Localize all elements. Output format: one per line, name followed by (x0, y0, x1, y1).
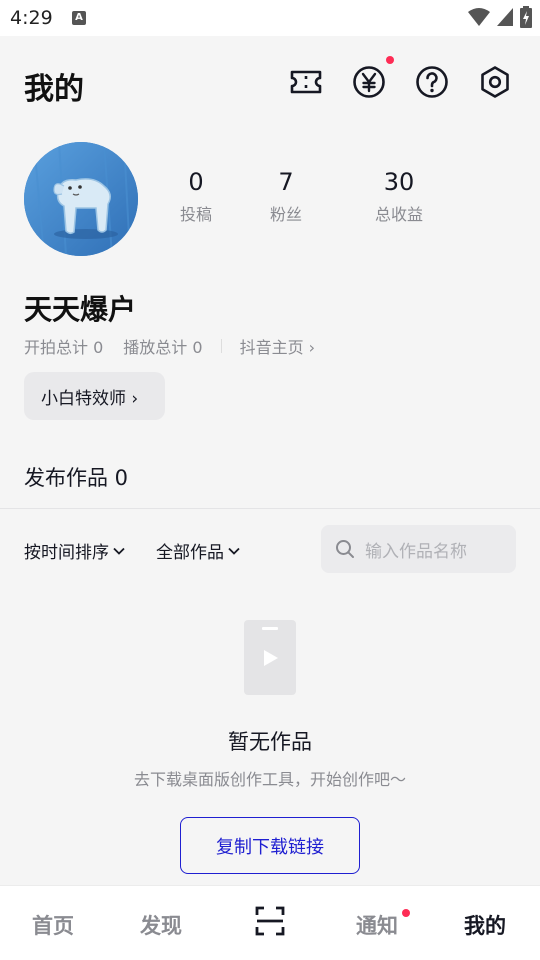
search-icon (336, 540, 354, 558)
works-title: 发布作品 0 (24, 466, 129, 490)
meta-divider (220, 339, 222, 353)
stat-posts-label: 投稿 (179, 205, 212, 224)
stat-earnings-label: 总收益 (374, 205, 423, 224)
tab-me[interactable]: 我的 (464, 910, 506, 940)
chevron-down-icon (113, 547, 125, 555)
douyin-home-link[interactable]: 抖音主页 › (240, 334, 316, 358)
settings-icon[interactable] (477, 64, 513, 100)
tab-notifications[interactable]: 通知 (356, 910, 398, 940)
play-total: 播放总计 0 (123, 338, 203, 357)
status-time: 4:29 (10, 7, 53, 29)
empty-subtitle: 去下载桌面版创作工具，开始创作吧～ (133, 770, 406, 789)
copy-download-link-button[interactable]: 复制下载链接 (180, 817, 360, 874)
wifi-icon (468, 8, 490, 26)
type-filter-label: 全部作品 (156, 543, 224, 563)
yen-coin-icon[interactable] (351, 64, 387, 100)
bottom-tab-bar: 首页 发现 通知 我的 (0, 885, 540, 960)
wallet-notification-dot (386, 56, 394, 64)
type-filter-dropdown[interactable]: 全部作品 (156, 538, 241, 563)
tab-discover[interactable]: 发现 (140, 910, 182, 940)
chevron-down-icon (228, 547, 240, 555)
stat-followers-label: 粉丝 (269, 205, 302, 224)
avatar-image (24, 142, 138, 256)
status-bar: 4:29 A (0, 0, 540, 36)
stat-followers-value: 7 (278, 168, 294, 196)
sort-filter-dropdown[interactable]: 按时间排序 (24, 538, 126, 563)
notification-dot (402, 909, 410, 917)
scan-icon[interactable] (255, 906, 285, 936)
status-icons (468, 6, 532, 28)
creator-badge-button[interactable]: 小白特效师 › (24, 372, 165, 420)
sort-filter-label: 按时间排序 (24, 543, 109, 563)
stat-followers[interactable]: 7 粉丝 (266, 168, 306, 225)
open-total: 开拍总计 0 (24, 338, 104, 357)
empty-title: 暂无作品 (228, 730, 312, 754)
ticket-icon[interactable] (288, 64, 324, 100)
profile-meta-row: 开拍总计 0 播放总计 0 抖音主页 › (24, 334, 315, 358)
stat-posts-value: 0 (188, 168, 204, 196)
search-placeholder: 输入作品名称 (365, 541, 467, 562)
empty-video-icon (244, 620, 296, 695)
stat-earnings[interactable]: 30 总收益 (371, 168, 427, 225)
tab-home[interactable]: 首页 (32, 910, 74, 940)
signal-icon (497, 8, 513, 26)
stat-posts[interactable]: 0 投稿 (176, 168, 216, 225)
page-title: 我的 (24, 72, 84, 107)
battery-icon (520, 6, 532, 28)
section-divider (0, 508, 540, 509)
username: 天天爆户 (24, 293, 137, 326)
header: 我的 (0, 36, 540, 126)
a-notification-icon: A (72, 11, 86, 25)
search-input[interactable]: 输入作品名称 (321, 525, 516, 573)
avatar[interactable] (24, 142, 138, 256)
stat-earnings-value: 30 (383, 168, 415, 196)
help-icon[interactable] (414, 64, 450, 100)
